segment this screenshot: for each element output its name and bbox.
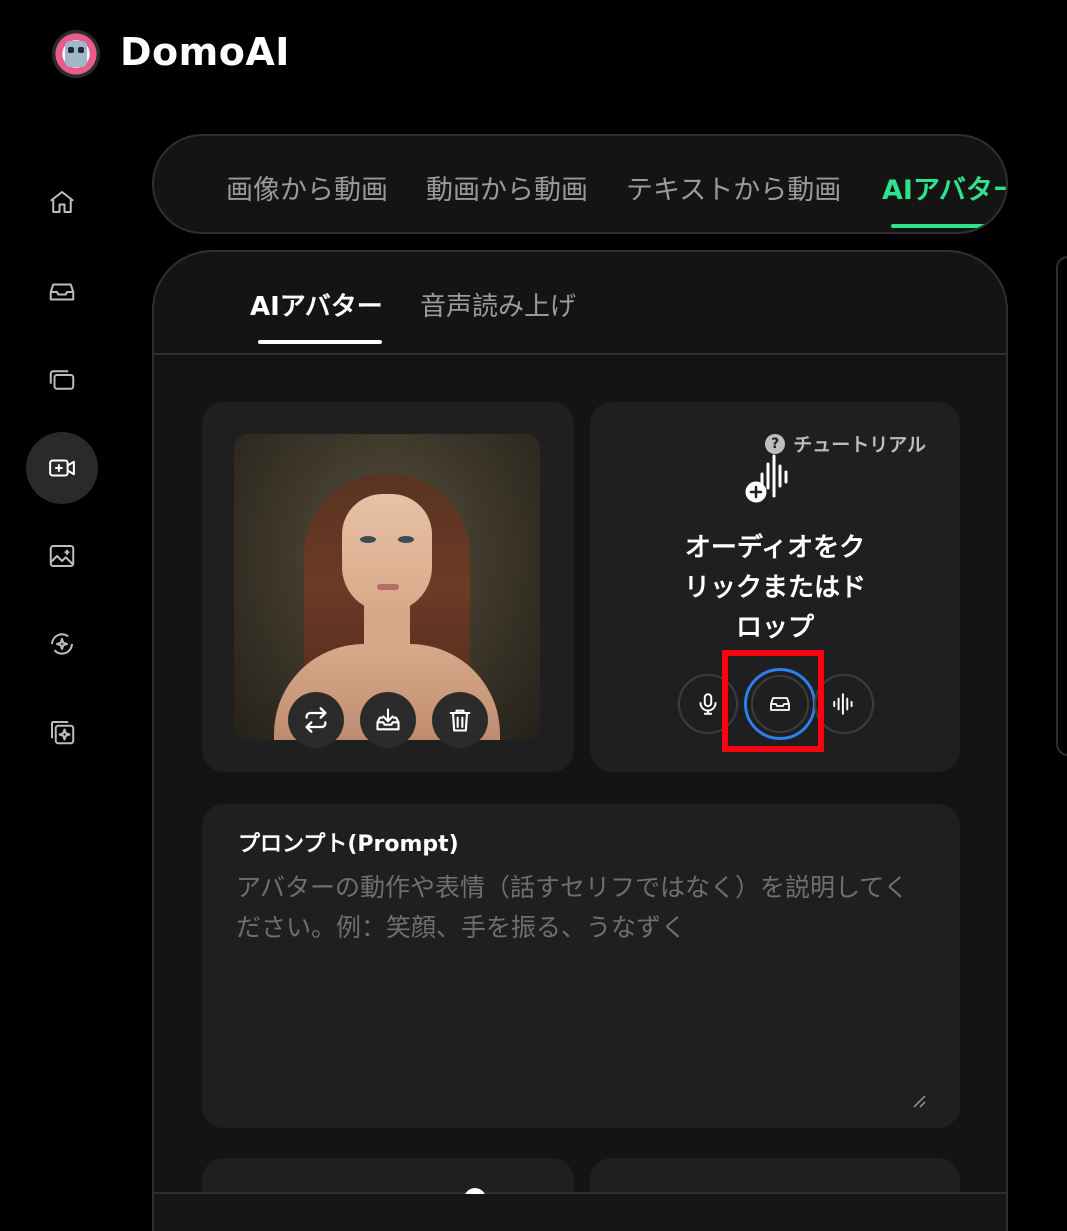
resize-handle-icon[interactable] — [912, 1094, 926, 1108]
sparkle-refresh-icon — [51, 633, 73, 655]
replace-image-button[interactable] — [288, 692, 344, 748]
video-plus-icon — [49, 459, 75, 477]
subtab-ai-avatar[interactable]: AIアバター — [250, 286, 383, 323]
stacked-cards-icon — [49, 370, 75, 390]
main-panel: AIアバター 音声読み上げ ? チュートリアル オーディオをク リックまたはド … — [152, 250, 1008, 1231]
highlight-box — [722, 650, 824, 752]
robot-icon — [65, 41, 87, 67]
swap-arrows-icon — [305, 707, 327, 733]
active-subtab-indicator — [258, 340, 382, 344]
help-icon: ? — [765, 433, 786, 454]
prompt-input[interactable] — [236, 868, 926, 1108]
download-tray-icon — [376, 708, 400, 731]
sidebar-item-video[interactable] — [26, 432, 98, 504]
tab-ai-avatar[interactable]: AIアバター — [882, 168, 1006, 207]
footer-bar — [154, 1194, 1006, 1231]
audio-drop-text: オーディオをク リックまたはド ロップ — [683, 533, 866, 643]
sidebar-item-tools[interactable] — [26, 696, 98, 768]
side-panel-edge — [1056, 256, 1067, 756]
prompt-card: プロンプト(Prompt) — [202, 804, 960, 1128]
sidebar-item-inbox[interactable] — [26, 256, 98, 328]
divider — [154, 353, 1006, 355]
sidebar-item-library[interactable] — [26, 344, 98, 416]
tab-text-to-video[interactable]: テキストから動画 — [626, 168, 841, 207]
inbox-tray-icon — [49, 283, 75, 301]
subtab-text-to-speech[interactable]: 音声読み上げ — [420, 286, 576, 323]
avatar-image-card — [202, 402, 574, 772]
delete-image-button[interactable] — [432, 692, 488, 748]
tab-video-to-video[interactable]: 動画から動画 — [426, 168, 588, 207]
avatar-face — [342, 494, 432, 612]
trash-icon — [449, 709, 471, 732]
image-plus-icon — [49, 545, 75, 567]
download-image-button[interactable] — [360, 692, 416, 748]
home-icon — [50, 191, 74, 213]
app-title: DomoAI — [120, 30, 290, 74]
tutorial-label: チュートリアル — [793, 434, 926, 456]
waveform-icon — [833, 693, 853, 715]
active-tab-indicator — [891, 224, 991, 228]
microphone-icon — [699, 693, 717, 715]
sidebar-item-effects[interactable] — [26, 608, 98, 680]
tab-image-to-video[interactable]: 画像から動画 — [226, 168, 388, 207]
sidebar-item-image[interactable] — [26, 520, 98, 592]
app-logo[interactable] — [52, 30, 100, 78]
mode-tab-bar: 画像から動画 動画から動画 テキストから動画 AIアバター — [152, 134, 1008, 234]
audio-add-icon — [745, 454, 788, 503]
sidebar-item-home[interactable] — [26, 166, 98, 238]
layers-sparkle-icon — [51, 721, 75, 745]
prompt-label: プロンプト(Prompt) — [238, 832, 459, 857]
